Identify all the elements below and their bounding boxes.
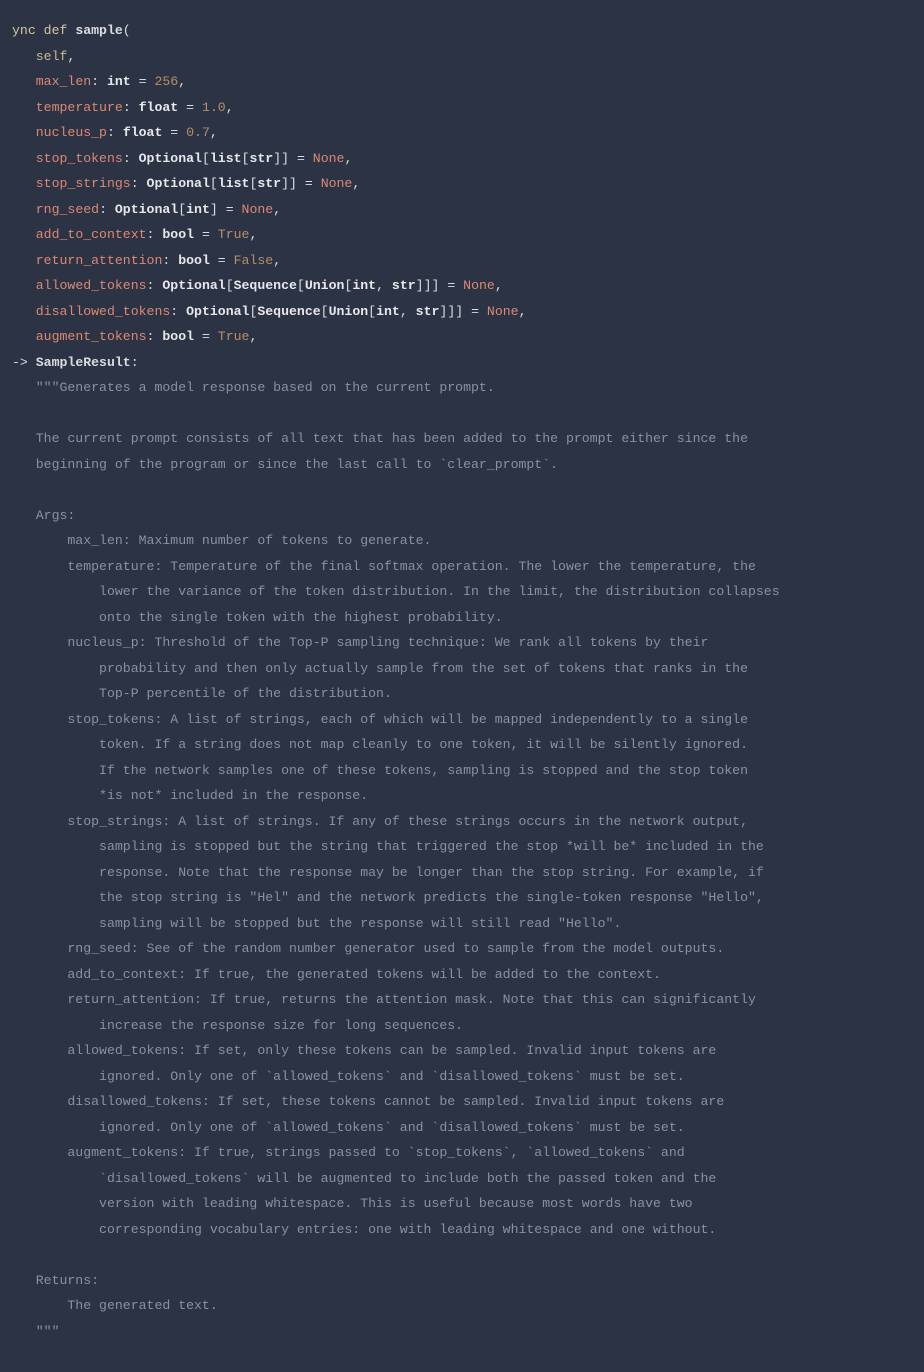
doc-line: the stop string is "Hel" and the network…	[12, 890, 764, 905]
type-optional: Optional	[139, 151, 202, 166]
return-type: SampleResult	[36, 355, 131, 370]
line-6: stop_tokens: Optional[list[str]] = None,	[12, 151, 352, 166]
doc-arg-return-attention: return_attention: If true, returns the a…	[12, 992, 756, 1007]
param-stop-strings: stop_strings	[36, 176, 131, 191]
doc-arg-add-to-context: add_to_context: If true, the generated t…	[12, 967, 661, 982]
line-3: max_len: int = 256,	[12, 74, 186, 89]
fn-name: sample	[75, 23, 122, 38]
doc-line: The current prompt consists of all text …	[12, 431, 748, 446]
type-float: float	[139, 100, 179, 115]
doc-line: increase the response size for long sequ…	[12, 1018, 463, 1033]
param-max-len: max_len	[36, 74, 91, 89]
param-nucleus-p: nucleus_p	[36, 125, 107, 140]
type-int: int	[186, 202, 210, 217]
doc-open-quotes: """	[12, 380, 59, 395]
param-rng-seed: rng_seed	[36, 202, 99, 217]
type-float: float	[123, 125, 163, 140]
param-allowed-tokens: allowed_tokens	[36, 278, 147, 293]
doc-line: onto the single token with the highest p…	[12, 610, 503, 625]
val-256: 256	[154, 74, 178, 89]
param-augment-tokens: augment_tokens	[36, 329, 147, 344]
type-str: str	[249, 151, 273, 166]
doc-arg-rng-seed: rng_seed: See of the random number gener…	[12, 941, 724, 956]
doc-line: ignored. Only one of `allowed_tokens` an…	[12, 1120, 685, 1135]
doc-line: probability and then only actually sampl…	[12, 661, 748, 676]
line-7: stop_strings: Optional[list[str]] = None…	[12, 176, 360, 191]
doc-line: corresponding vocabulary entries: one wi…	[12, 1222, 716, 1237]
doc-arg-max-len: max_len: Maximum number of tokens to gen…	[12, 533, 431, 548]
val-0-7: 0.7	[186, 125, 210, 140]
val-false: False	[234, 253, 274, 268]
line-2: self,	[12, 49, 75, 64]
kw-async-def: ync def	[12, 23, 75, 38]
line-10: return_attention: bool = False,	[12, 253, 281, 268]
val-true: True	[218, 227, 250, 242]
doc-line: response. Note that the response may be …	[12, 865, 764, 880]
doc-returns-header: Returns:	[12, 1273, 99, 1288]
line-4: temperature: float = 1.0,	[12, 100, 234, 115]
doc-returns-line: The generated text.	[12, 1298, 218, 1313]
arrow: ->	[12, 355, 36, 370]
doc-arg-temperature: temperature: Temperature of the final so…	[12, 559, 756, 574]
val-1-0: 1.0	[202, 100, 226, 115]
doc-line: *is not* included in the response.	[12, 788, 368, 803]
doc-line: ignored. Only one of `allowed_tokens` an…	[12, 1069, 685, 1084]
line-13: augment_tokens: bool = True,	[12, 329, 257, 344]
doc-line: token. If a string does not map cleanly …	[12, 737, 748, 752]
doc-arg-augment-tokens: augment_tokens: If true, strings passed …	[12, 1145, 685, 1160]
doc-arg-nucleus-p: nucleus_p: Threshold of the Top-P sampli…	[12, 635, 708, 650]
param-stop-tokens: stop_tokens	[36, 151, 123, 166]
type-int: int	[107, 74, 131, 89]
doc-line: beginning of the program or since the la…	[12, 457, 558, 472]
doc-arg-allowed-tokens: allowed_tokens: If set, only these token…	[12, 1043, 716, 1058]
doc-close-quotes: """	[12, 1324, 59, 1339]
paren-open: (	[123, 23, 131, 38]
line-12: disallowed_tokens: Optional[Sequence[Uni…	[12, 304, 526, 319]
doc-line: Top-P percentile of the distribution.	[12, 686, 392, 701]
doc-args-header: Args:	[12, 508, 75, 523]
line-14: -> SampleResult:	[12, 355, 139, 370]
line-9: add_to_context: bool = True,	[12, 227, 257, 242]
doc-arg-disallowed-tokens: disallowed_tokens: If set, these tokens …	[12, 1094, 724, 1109]
type-union: Union	[305, 278, 345, 293]
doc-line: `disallowed_tokens` will be augmented to…	[12, 1171, 716, 1186]
type-bool: bool	[162, 227, 194, 242]
doc-line: lower the variance of the token distribu…	[12, 584, 780, 599]
doc-line: sampling will be stopped but the respons…	[12, 916, 621, 931]
param-add-to-context: add_to_context	[36, 227, 147, 242]
param-self: self	[36, 49, 68, 64]
doc-line: If the network samples one of these toke…	[12, 763, 748, 778]
comma: ,	[67, 49, 75, 64]
doc-arg-stop-tokens: stop_tokens: A list of strings, each of …	[12, 712, 748, 727]
type-list: list	[210, 151, 242, 166]
code-block: ync def sample( self, max_len: int = 256…	[0, 0, 924, 1372]
param-return-attention: return_attention	[36, 253, 163, 268]
val-none: None	[313, 151, 345, 166]
doc-line: sampling is stopped but the string that …	[12, 839, 764, 854]
line-11: allowed_tokens: Optional[Sequence[Union[…	[12, 278, 503, 293]
param-temperature: temperature	[36, 100, 123, 115]
type-sequence: Sequence	[234, 278, 297, 293]
doc-line: version with leading whitespace. This is…	[12, 1196, 693, 1211]
line-8: rng_seed: Optional[int] = None,	[12, 202, 281, 217]
doc-summary: Generates a model response based on the …	[59, 380, 494, 395]
line-1: ync def sample(	[12, 23, 131, 38]
docstring: """Generates a model response based on t…	[12, 380, 780, 1339]
doc-arg-stop-strings: stop_strings: A list of strings. If any …	[12, 814, 748, 829]
line-5: nucleus_p: float = 0.7,	[12, 125, 218, 140]
param-disallowed-tokens: disallowed_tokens	[36, 304, 171, 319]
